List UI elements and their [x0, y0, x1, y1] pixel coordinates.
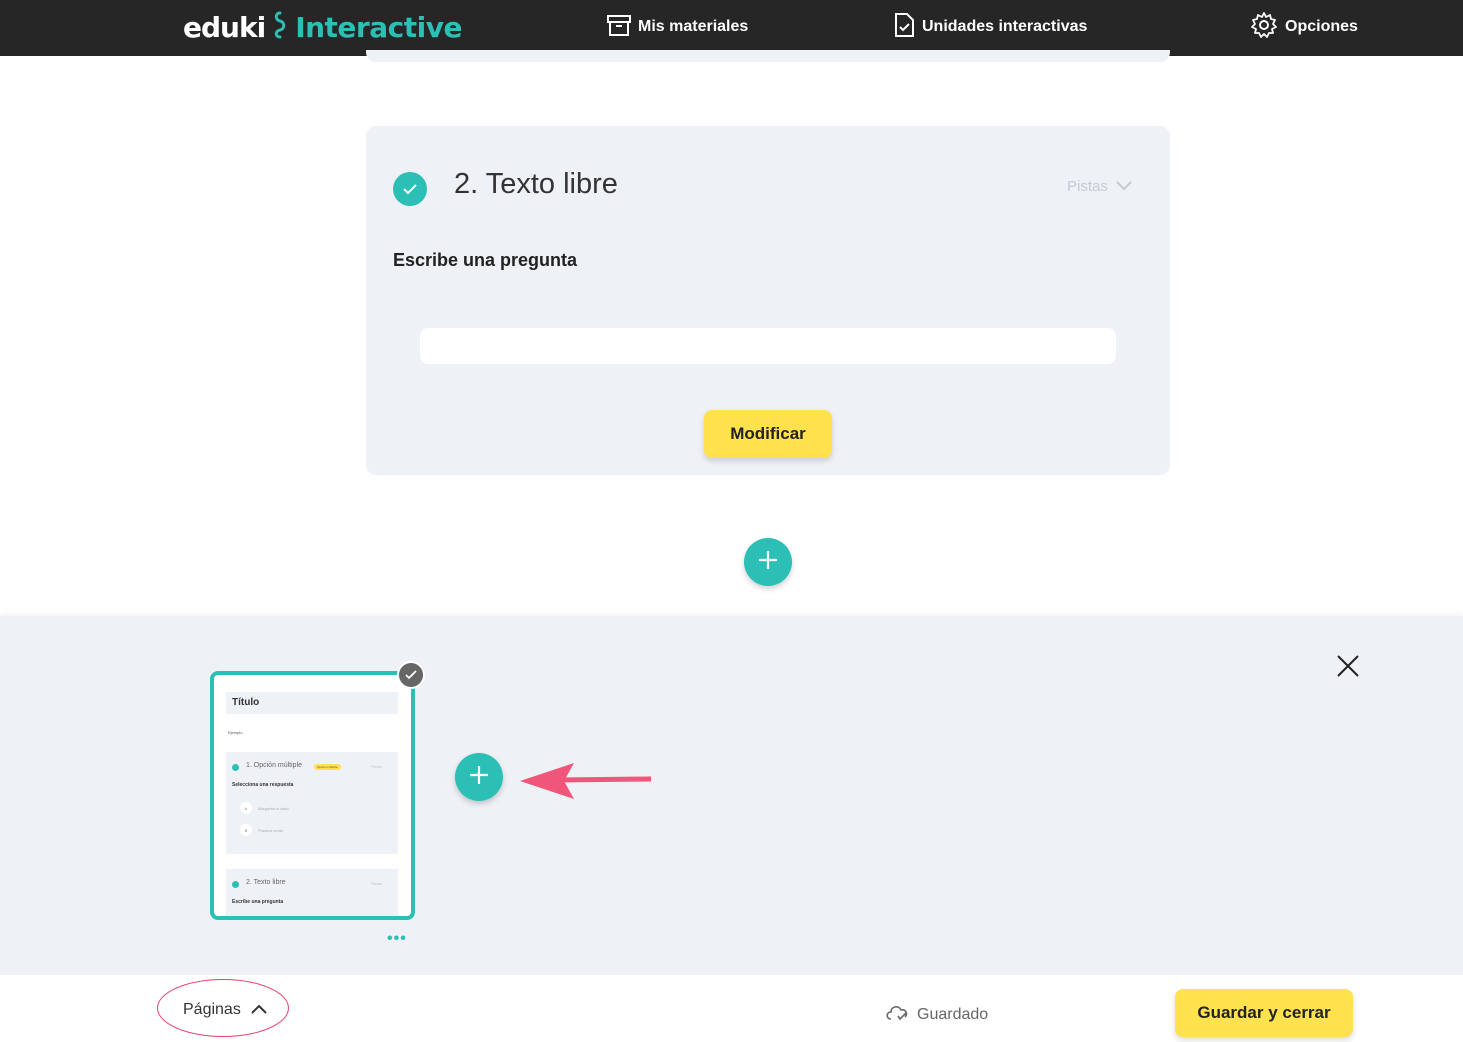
logo-wordmark: eduki [183, 10, 266, 44]
save-status: Guardado [884, 1002, 988, 1027]
save-status-label: Guardado [917, 1005, 989, 1023]
logo-hand-icon [271, 11, 289, 44]
plus-icon [758, 550, 778, 575]
page-more-options-button[interactable]: ••• [387, 930, 407, 948]
answer-input[interactable] [420, 328, 1116, 364]
question-card: 2. Texto libre Pistas Escribe una pregun… [366, 126, 1170, 475]
archive-box-icon [606, 13, 638, 42]
thumbnail-title: Título [226, 692, 398, 714]
nav-mis-materiales-label: Mis materiales [638, 18, 749, 35]
add-page-button[interactable] [455, 753, 503, 801]
thumbnail-block2-title: 2. Texto libre [246, 879, 286, 886]
save-and-close-button[interactable]: Guardar y cerrar [1175, 989, 1353, 1037]
gear-icon [1249, 11, 1285, 44]
thumbnail-block-free-text: 2. Texto libre Pistas Escribe una pregun… [226, 869, 398, 916]
nav-opciones[interactable]: Opciones [1249, 11, 1358, 44]
thumbnail-option-a-text: Margarita el salto [258, 806, 289, 811]
eduki-interactive-logo[interactable]: eduki Interactive [183, 7, 462, 47]
question-title: 2. Texto libre [454, 168, 618, 200]
pages-panel: Título Ejemplo 1. Opción múltiple Opción… [0, 616, 1463, 975]
hints-toggle[interactable]: Pistas [1067, 178, 1132, 195]
thumbnail-check-dot [232, 881, 239, 888]
annotation-arrow-icon [518, 761, 654, 806]
thumbnail-check-dot [232, 764, 239, 771]
add-block-button[interactable] [744, 538, 792, 586]
hints-label: Pistas [1067, 178, 1108, 195]
thumbnail-block1-prompt: Selecciona una respuesta [232, 782, 294, 788]
thumbnail-option-b: B [240, 824, 252, 836]
question-prompt: Escribe una pregunta [393, 250, 578, 270]
nav-unidades-interactivas[interactable]: Unidades interactivas [892, 12, 1087, 42]
thumbnail-block2-prompt: Escribe una pregunta [232, 899, 284, 905]
chevron-down-icon [1108, 178, 1132, 195]
pages-toggle-button[interactable]: Páginas [183, 1001, 267, 1019]
thumbnail-block1-badge: Opción múltiple [314, 764, 341, 770]
close-pages-panel-button[interactable] [1336, 654, 1360, 678]
document-check-icon [892, 12, 922, 43]
selected-check-icon [397, 661, 425, 689]
modify-button[interactable]: Modificar [704, 410, 832, 458]
page-thumbnail[interactable]: Título Ejemplo 1. Opción múltiple Opción… [210, 671, 415, 920]
top-navigation-bar: eduki Interactive Mis materiales Unidade… [0, 0, 1463, 56]
check-icon [393, 172, 427, 206]
plus-icon [469, 765, 489, 790]
nav-opciones-label: Opciones [1285, 18, 1358, 35]
thumbnail-option-b-text: Pradera verde [258, 828, 284, 833]
thumbnail-block2-hint: Pistas [371, 881, 382, 886]
thumbnail-block1-hint: Pistas [371, 764, 382, 769]
close-icon [1336, 655, 1360, 682]
nav-unidades-label: Unidades interactivas [922, 18, 1088, 35]
logo-product-name: Interactive [295, 10, 462, 44]
bottom-bar: Páginas Guardado Guardar y cerrar [0, 975, 1463, 1042]
pages-toggle-label: Páginas [183, 1001, 241, 1018]
previous-card-edge [366, 50, 1170, 62]
chevron-up-icon [241, 1001, 267, 1019]
thumbnail-block-multiple-choice: 1. Opción múltiple Opción múltiple Pista… [226, 752, 398, 854]
nav-mis-materiales[interactable]: Mis materiales [606, 12, 748, 42]
thumbnail-subtitle: Ejemplo [228, 730, 243, 735]
thumbnail-block1-title: 1. Opción múltiple [246, 762, 303, 769]
cloud-saved-icon [884, 1002, 917, 1027]
thumbnail-option-a: A [240, 802, 252, 814]
